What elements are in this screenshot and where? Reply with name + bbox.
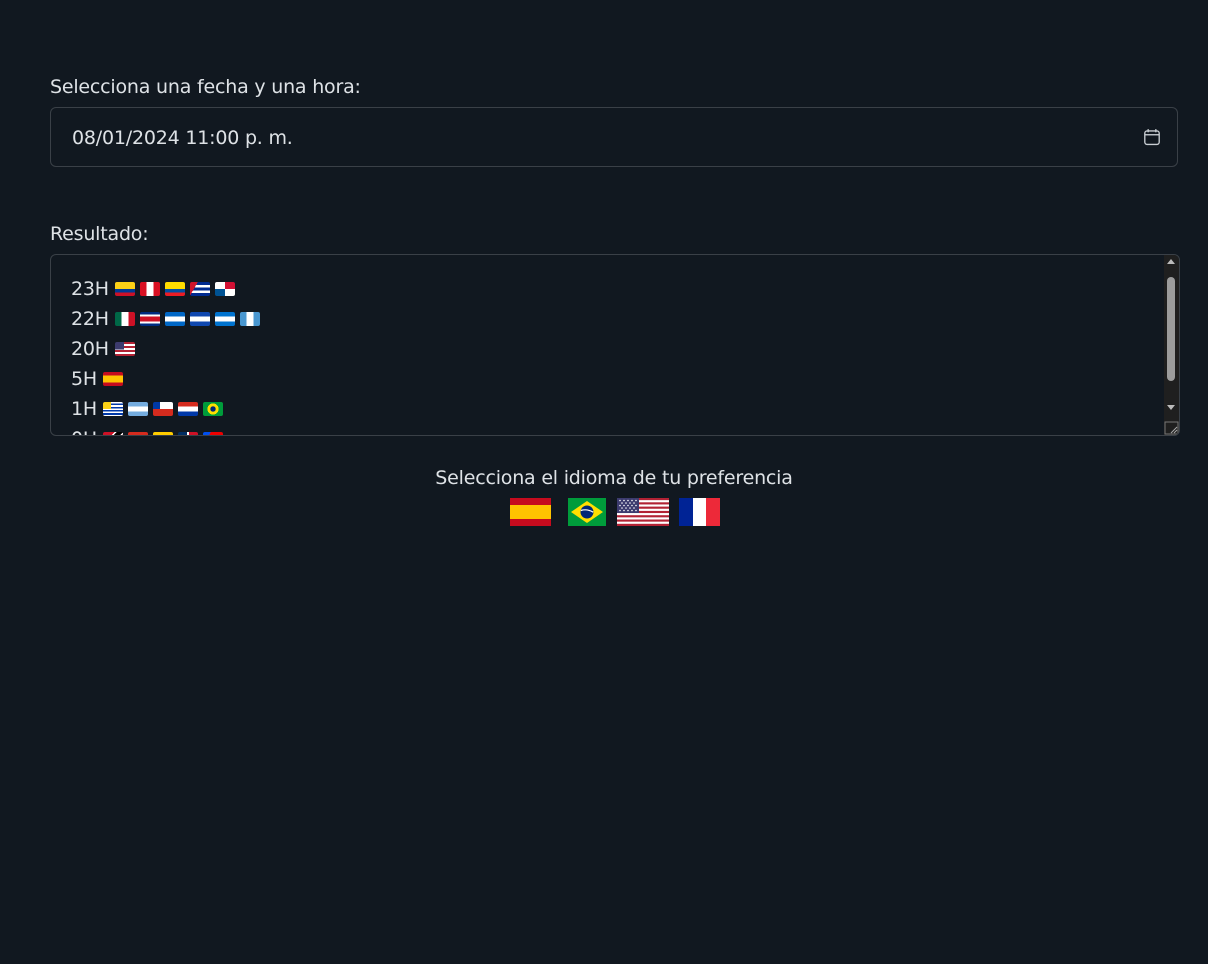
united-states-flag-icon <box>114 342 135 356</box>
uruguay-flag-icon <box>102 402 123 416</box>
brazil-flag-icon[interactable] <box>568 498 606 526</box>
hour-label: 1H <box>71 398 97 420</box>
panama-flag-icon <box>214 282 235 296</box>
date-picker-label: Selecciona una fecha y una hora: <box>50 76 361 98</box>
result-row: 23H <box>71 274 260 304</box>
argentina-flag-icon <box>127 402 148 416</box>
scroll-up-arrow-icon[interactable] <box>1167 259 1175 264</box>
nicaragua-flag-icon <box>164 312 185 326</box>
result-textarea[interactable]: 23H 22H 20H 5H 1H 0H <box>50 254 1180 436</box>
resize-handle-icon[interactable] <box>1164 421 1179 435</box>
country-flags <box>102 372 123 386</box>
country-flags <box>114 312 260 326</box>
result-row: 22H <box>71 304 260 334</box>
result-label: Resultado: <box>50 223 149 245</box>
brazil-flag-icon <box>202 402 223 416</box>
bolivia-flag-icon <box>127 432 148 435</box>
date-time-input[interactable]: 08/01/2024 11:00 p. m. <box>50 107 1178 167</box>
mexico-flag-icon <box>114 312 135 326</box>
scroll-thumb[interactable] <box>1167 277 1175 381</box>
result-row: 1H <box>71 394 260 424</box>
costa-rica-flag-icon <box>139 312 160 326</box>
result-scrollbar[interactable] <box>1164 255 1179 435</box>
country-flags <box>102 432 223 435</box>
peru-flag-icon <box>139 282 160 296</box>
hour-label: 22H <box>71 308 109 330</box>
hour-label: 23H <box>71 278 109 300</box>
cuba-flag-icon <box>189 282 210 296</box>
colombia-flag-icon <box>114 282 135 296</box>
chile-flag-icon <box>152 402 173 416</box>
country-flags <box>114 282 235 296</box>
date-time-value: 08/01/2024 11:00 p. m. <box>72 127 293 149</box>
result-row: 20H <box>71 334 260 364</box>
result-row: 5H <box>71 364 260 394</box>
usa-flag-icon[interactable] <box>617 498 669 526</box>
guatemala-flag-icon <box>239 312 260 326</box>
hour-label: 20H <box>71 338 109 360</box>
spain-flag-icon[interactable] <box>510 498 551 526</box>
hour-label: 5H <box>71 368 97 390</box>
result-row: 0H <box>71 424 260 435</box>
calendar-icon[interactable] <box>1143 128 1161 146</box>
result-rows: 23H 22H 20H 5H 1H 0H <box>71 274 260 435</box>
hour-label: 0H <box>71 428 97 435</box>
ecuador-flag-icon <box>164 282 185 296</box>
france-flag-icon[interactable] <box>679 498 720 526</box>
honduras-flag-icon <box>214 312 235 326</box>
scroll-down-arrow-icon[interactable] <box>1167 405 1175 410</box>
puerto-rico-flag-icon <box>202 432 223 435</box>
country-flags <box>114 342 135 356</box>
trinidad-and-tobago-flag-icon <box>102 432 123 435</box>
country-flags <box>102 402 223 416</box>
paraguay-flag-icon <box>177 402 198 416</box>
el-salvador-flag-icon <box>189 312 210 326</box>
spain-flag-icon <box>102 372 123 386</box>
dominican-republic-flag-icon <box>177 432 198 435</box>
venezuela-flag-icon <box>152 432 173 435</box>
language-title: Selecciona el idioma de tu preferencia <box>435 467 793 489</box>
